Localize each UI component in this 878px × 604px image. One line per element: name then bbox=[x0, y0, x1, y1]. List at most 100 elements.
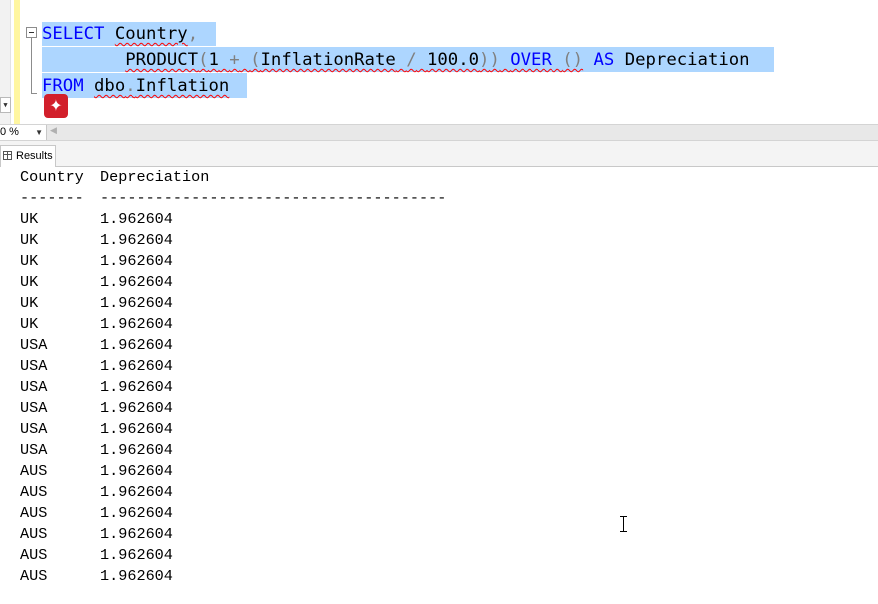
table-row-country: USA bbox=[20, 357, 48, 375]
table-row: UK 1.962604 bbox=[20, 251, 173, 272]
outline-line bbox=[31, 38, 32, 94]
from-keyword: FROM bbox=[42, 76, 84, 96]
table-row: UK 1.962604 bbox=[20, 209, 173, 230]
table-row-depreciation: 1.962604 bbox=[100, 294, 173, 312]
table-row: AUS 1.962604 bbox=[20, 566, 173, 587]
table-row: AUS 1.962604 bbox=[20, 545, 173, 566]
table-row-country: UK bbox=[20, 273, 39, 291]
table-row: UK 1.962604 bbox=[20, 314, 173, 335]
separator-row-depreciation: -------------------------------------- bbox=[100, 189, 447, 207]
table-row-depreciation: 1.962604 bbox=[100, 378, 173, 396]
separator-row-country: ------- bbox=[20, 189, 84, 207]
table-row-depreciation: 1.962604 bbox=[100, 483, 173, 501]
code-line-2[interactable]: PRODUCT(1 + (InflationRate / 100.0)) OVE… bbox=[42, 47, 750, 73]
as-keyword: AS bbox=[593, 50, 615, 70]
table-row-depreciation: 1.962604 bbox=[100, 252, 173, 270]
country-column: Country bbox=[114, 24, 188, 44]
outline-line-end bbox=[31, 93, 37, 94]
over-keyword: OVER bbox=[510, 50, 552, 70]
gutter-dropdown[interactable]: ▼ bbox=[0, 97, 11, 113]
code-line-1[interactable]: SELECT Country, bbox=[42, 21, 198, 47]
table-row: AUS 1.962604 bbox=[20, 503, 173, 524]
table-row-depreciation: 1.962604 bbox=[100, 525, 173, 543]
table-row-depreciation: 1.962604 bbox=[100, 504, 173, 522]
table-row-depreciation: 1.962604 bbox=[100, 315, 173, 333]
table-row-country: AUS bbox=[20, 546, 48, 564]
table-row-country: UK bbox=[20, 210, 39, 228]
table-row-country: USA bbox=[20, 336, 48, 354]
table-row-country: UK bbox=[20, 252, 39, 270]
chevron-down-icon: ▼ bbox=[35, 128, 43, 137]
collapse-icon[interactable] bbox=[26, 27, 37, 38]
table-row-country: UK bbox=[20, 294, 39, 312]
table-row-depreciation: 1.962604 bbox=[100, 357, 173, 375]
table-row-depreciation: 1.962604 bbox=[100, 231, 173, 249]
close-paren-2: ) bbox=[479, 50, 490, 70]
table-row-depreciation: 1.962604 bbox=[100, 399, 173, 417]
grid-icon bbox=[3, 151, 12, 160]
table-row-country: AUS bbox=[20, 483, 48, 501]
table-row-depreciation: 1.962604 bbox=[100, 546, 173, 564]
separator-row: ------- ---------------------------------… bbox=[20, 188, 446, 209]
table-row-country: USA bbox=[20, 420, 48, 438]
code-line-3[interactable]: FROM dbo.Inflation bbox=[42, 73, 229, 99]
table-row: UK 1.962604 bbox=[20, 272, 173, 293]
table-row-depreciation: 1.962604 bbox=[100, 462, 173, 480]
table-row: UK 1.962604 bbox=[20, 230, 173, 251]
table-row-country: AUS bbox=[20, 462, 48, 480]
table-row: USA 1.962604 bbox=[20, 377, 173, 398]
divide-operator: / bbox=[406, 50, 417, 70]
table-row: USA 1.962604 bbox=[20, 356, 173, 377]
table-row: AUS 1.962604 bbox=[20, 524, 173, 545]
tab-results[interactable]: Results bbox=[0, 145, 56, 167]
table-row-country: AUS bbox=[20, 525, 48, 543]
comma: , bbox=[187, 24, 199, 44]
zoom-dropdown[interactable]: 0 % ▼ bbox=[0, 125, 47, 140]
table-row: USA 1.962604 bbox=[20, 419, 173, 440]
number-one: 1 bbox=[208, 50, 219, 70]
alias-depreciation: Depreciation bbox=[624, 50, 750, 70]
table-row-depreciation: 1.962604 bbox=[100, 567, 173, 585]
table-row: USA 1.962604 bbox=[20, 398, 173, 419]
table-row-country: UK bbox=[20, 231, 39, 249]
table-row-depreciation: 1.962604 bbox=[100, 273, 173, 291]
table-row: AUS 1.962604 bbox=[20, 461, 173, 482]
product-function: PRODUCT bbox=[125, 50, 199, 70]
dot: . bbox=[125, 76, 136, 96]
number-hundred: 100.0 bbox=[427, 50, 480, 70]
header-row: Country Depreciation bbox=[20, 167, 209, 188]
ibeam-cursor-icon bbox=[620, 516, 628, 532]
table-row-depreciation: 1.962604 bbox=[100, 420, 173, 438]
open-paren-1: ( bbox=[198, 50, 209, 70]
table-row-country: USA bbox=[20, 399, 48, 417]
table-row: UK 1.962604 bbox=[20, 293, 173, 314]
table-row: USA 1.962604 bbox=[20, 335, 173, 356]
editor-status-strip: 0 % ▼ ◀ bbox=[0, 124, 878, 141]
schema-name: dbo bbox=[94, 76, 126, 96]
error-sparkle-icon[interactable]: ✦ bbox=[44, 94, 68, 118]
zoom-value: 0 % bbox=[0, 126, 19, 138]
table-name: Inflation bbox=[135, 76, 230, 96]
table-row-country: UK bbox=[20, 315, 39, 333]
query-editor[interactable]: ▼ SELECT Country, PRODUCT(1 + (Inflation… bbox=[0, 0, 878, 124]
close-paren-1: ) bbox=[489, 50, 500, 70]
table-row-country: USA bbox=[20, 441, 48, 459]
empty-parens: () bbox=[562, 50, 584, 70]
results-tabs: Results bbox=[0, 141, 878, 167]
open-paren-2: ( bbox=[250, 50, 261, 70]
table-row-depreciation: 1.962604 bbox=[100, 336, 173, 354]
header-row-depreciation: Depreciation bbox=[100, 168, 210, 186]
table-row-depreciation: 1.962604 bbox=[100, 210, 173, 228]
select-keyword: SELECT bbox=[42, 24, 105, 44]
table-row-country: AUS bbox=[20, 567, 48, 585]
table-row-country: USA bbox=[20, 378, 48, 396]
table-row-depreciation: 1.962604 bbox=[100, 441, 173, 459]
table-row: AUS 1.962604 bbox=[20, 482, 173, 503]
scroll-left-icon[interactable]: ◀ bbox=[50, 126, 57, 136]
inflation-column: InflationRate bbox=[260, 50, 396, 70]
table-row-country: AUS bbox=[20, 504, 48, 522]
results-pane[interactable]: Country Depreciation ------- --------------… bbox=[0, 167, 878, 604]
change-tracking-bar bbox=[14, 0, 20, 124]
header-row-country: Country bbox=[20, 168, 84, 186]
table-row: USA 1.962604 bbox=[20, 440, 173, 461]
